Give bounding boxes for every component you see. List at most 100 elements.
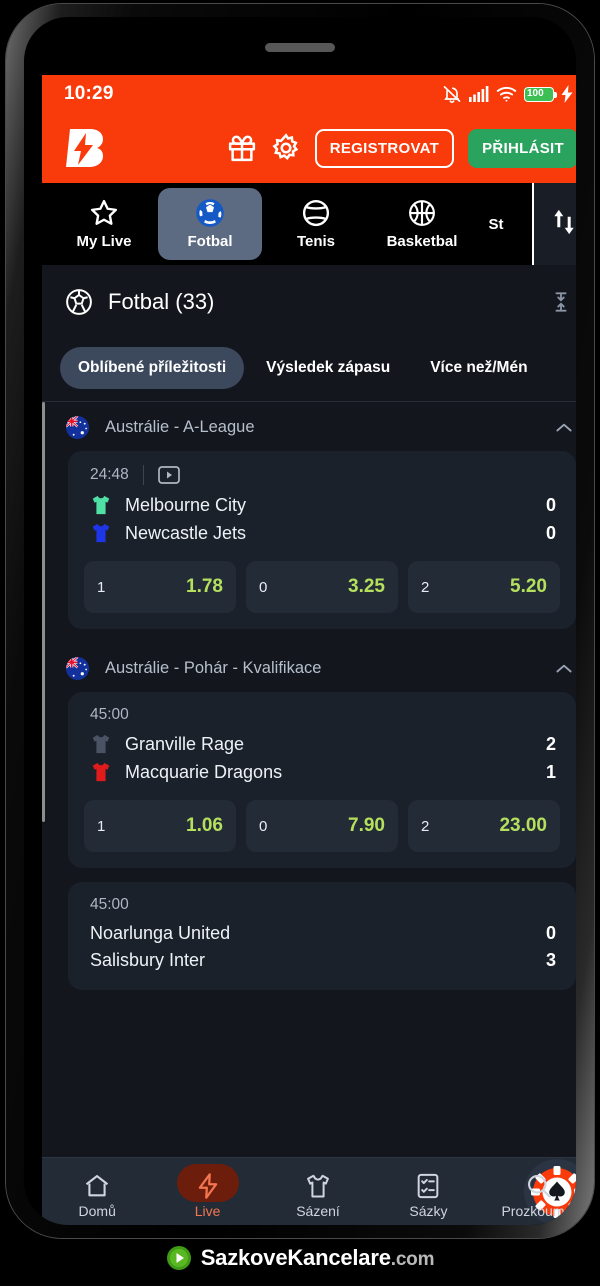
odd-value: 3.25 [348,576,385,597]
search-icon [525,1172,553,1200]
app-header: REGISTROVAT PŘIHLÁSIT [42,113,576,183]
gear-icon[interactable] [271,133,301,163]
odd-button-1[interactable]: 1 1.06 [84,800,236,852]
odd-button-1[interactable]: 1 1.78 [84,561,236,613]
match-card[interactable]: 24:48 Melbourne City 0 Newcastle Jets 0 … [68,451,576,629]
shirt-icon [90,494,112,516]
sport-tab-tenis[interactable]: Tenis [264,188,368,260]
market-chip-vysledek[interactable]: Výsledek zápasu [248,347,408,389]
bottom-navigation: Domů Live Sázení Sázky Prozkoumat [42,1157,576,1225]
sport-tab-my-live[interactable]: My Live [52,188,156,260]
basketball-icon [407,198,437,228]
odd-button-0[interactable]: 0 7.90 [246,800,398,852]
sport-tab-label: Tenis [296,233,336,250]
sort-button[interactable] [532,183,576,265]
lightning-bolt-icon [194,1172,222,1200]
team-row-away: Newcastle Jets 0 [84,519,560,547]
australia-flag-icon [66,416,89,439]
nav-label: Prozkoumat [501,1203,576,1219]
sort-up-down-icon [550,207,576,242]
nav-label: Domů [78,1203,116,1219]
team-score: 0 [545,923,556,943]
market-filter-chips[interactable]: Oblíbené příležitosti Výsledek zápasu Ví… [42,339,576,401]
team-score: 1 [545,761,556,782]
australia-flag-icon [66,657,89,680]
nav-item-domu[interactable]: Domů [42,1158,152,1225]
match-list[interactable]: Austrálie - A-League 24:48 Melbourne Cit… [42,402,576,1113]
odd-label: 1 [97,578,106,596]
team-score: 0 [545,494,556,515]
team-name: Granville Rage [125,733,245,754]
login-button[interactable]: PŘIHLÁSIT [468,128,576,168]
nav-item-sazky[interactable]: Sázky [373,1158,483,1225]
match-meta: 45:00 [84,706,560,730]
odd-button-2[interactable]: 2 5.20 [408,561,560,613]
team-row-home: Noarlunga United 0 [84,920,560,947]
bell-muted-icon [442,84,462,104]
nav-item-sazeni[interactable]: Sázení [263,1158,373,1225]
match-clock: 45:00 [90,706,129,723]
battery-level: 100 [527,88,544,99]
team-name: Noarlunga United [90,923,231,943]
sport-tab-basketbal[interactable]: Basketbal [370,188,474,260]
football-icon [195,198,225,228]
gift-icon[interactable] [227,133,257,163]
tennis-ball-icon [301,198,331,228]
odd-value: 23.00 [499,815,547,836]
sport-tab-label: Fotbal [187,233,233,250]
sport-tabs-bar: My Live Fotbal Tenis Basketbal St [42,183,576,265]
league-name: Austrálie - Pohár - Kvalifikace [105,659,322,677]
section-header: Fotbal (33) [42,265,576,339]
nav-label: Live [194,1203,221,1219]
odd-value: 1.78 [186,576,223,597]
sport-tab-fotbal[interactable]: Fotbal [158,188,262,260]
meta-divider [142,465,144,485]
nav-label: Sázení [296,1203,340,1219]
charging-bolt-icon [561,85,574,103]
register-button[interactable]: REGISTROVAT [314,128,455,168]
sport-tabs-scroller[interactable]: My Live Fotbal Tenis Basketbal St [42,183,532,265]
odd-value: 1.06 [186,815,223,836]
odd-label: 0 [259,578,268,596]
chevron-up-icon[interactable] [554,659,574,679]
battery-icon: 100 [524,86,557,102]
status-bar: 10:29 100 [42,75,576,113]
collapse-all-icon[interactable] [550,291,572,313]
status-icons: 100 [442,84,574,104]
odd-label: 0 [259,817,268,835]
b-bolt-logo[interactable] [64,127,110,169]
team-name: Salisbury Inter [90,950,206,970]
watermark: SazkoveKancelare.com [0,1238,600,1278]
sport-tab-label: Basketbal [386,233,458,250]
odd-button-0[interactable]: 0 3.25 [246,561,398,613]
chevron-up-icon[interactable] [554,418,574,438]
shirt-icon [304,1172,332,1200]
league-name: Austrálie - A-League [105,418,255,436]
bet-slip-icon [414,1172,442,1200]
market-chip-vice-mene[interactable]: Více než/Mén [412,347,545,389]
status-time: 10:29 [64,83,114,104]
odd-label: 2 [421,578,430,596]
video-stream-icon[interactable] [157,466,180,484]
team-score: 0 [545,522,556,543]
wifi-icon [496,86,517,102]
team-score: 2 [545,733,556,754]
team-row-away: Salisbury Inter 3 [84,947,560,974]
match-meta: 45:00 [84,896,560,920]
watermark-text: SazkoveKancelare.com [201,1245,435,1271]
league-header-pohar-kvalifikace[interactable]: Austrálie - Pohár - Kvalifikace [42,643,576,692]
match-card[interactable]: 45:00 Granville Rage 2 Macquarie Dragons… [68,692,576,868]
odds-row: 1 1.78 0 3.25 2 5.20 [84,561,560,613]
home-icon [83,1172,111,1200]
nav-item-live[interactable]: Live [152,1158,262,1225]
sport-tab-st[interactable]: St [476,188,516,260]
league-header-a-league[interactable]: Austrálie - A-League [42,402,576,451]
star-icon [89,198,119,228]
scrollbar[interactable] [42,402,45,822]
market-chip-oblibene[interactable]: Oblíbené příležitosti [60,347,245,389]
app-screen: 10:29 100 REGISTROVAT PŘIHLÁSIT My Live … [42,75,576,1225]
header-actions: REGISTROVAT PŘIHLÁSIT [227,128,576,168]
match-card[interactable]: 45:00 Noarlunga United 0 Salisbury Inter… [68,882,576,990]
odd-button-2[interactable]: 2 23.00 [408,800,560,852]
team-row-home: Melbourne City 0 [84,491,560,519]
